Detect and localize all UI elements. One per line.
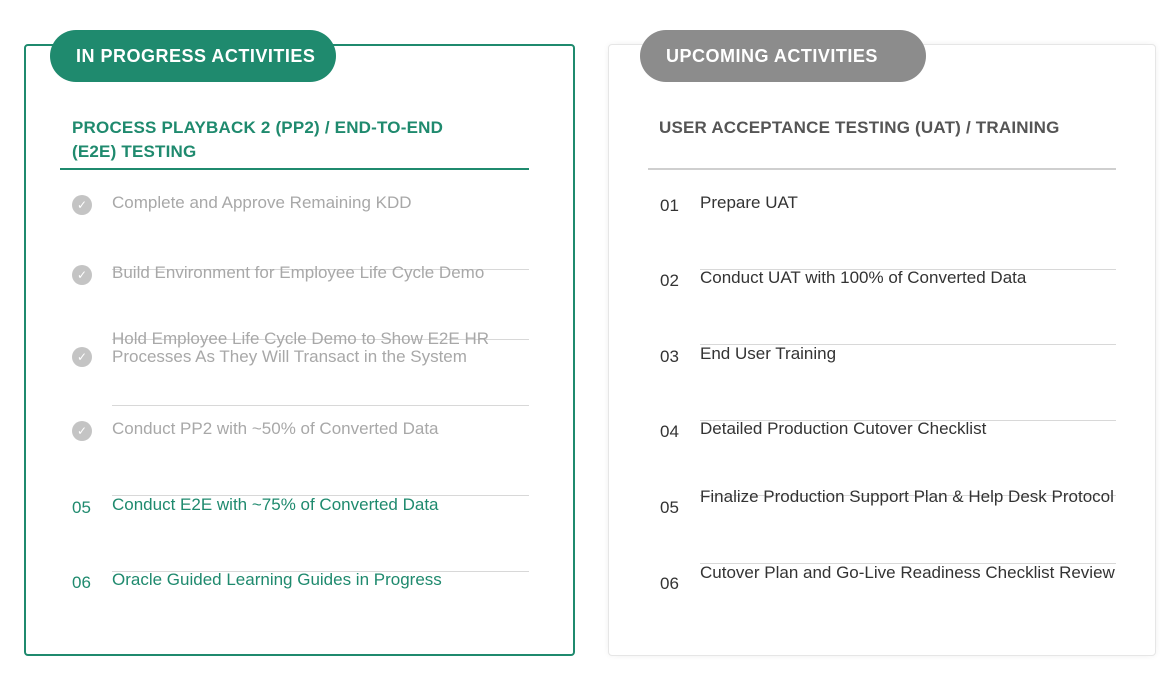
upcoming-item: 05 Finalize Production Support Plan & He… xyxy=(648,488,1116,564)
step-number: 06 xyxy=(660,574,679,593)
upcoming-item: 03 End User Training xyxy=(648,345,1116,421)
in-progress-item-label: Hold Employee Life Cycle Demo to Show E2… xyxy=(112,329,489,366)
in-progress-item-label: Build Environment for Employee Life Cycl… xyxy=(112,263,485,282)
upcoming-item: 04 Detailed Production Cutover Checklist xyxy=(648,420,1116,496)
in-progress-title-rule xyxy=(60,168,529,170)
in-progress-item-label: Complete and Approve Remaining KDD xyxy=(112,193,412,212)
in-progress-item: ✓ Conduct PP2 with ~50% of Converted Dat… xyxy=(60,420,529,496)
in-progress-item: ✓ Hold Employee Life Cycle Demo to Show … xyxy=(60,330,529,406)
check-circle-icon: ✓ xyxy=(72,195,92,215)
step-number: 06 xyxy=(72,573,91,592)
step-number: 04 xyxy=(660,422,679,441)
check-circle-icon: ✓ xyxy=(72,265,92,285)
check-circle-icon: ✓ xyxy=(72,347,92,367)
in-progress-item: 06 Oracle Guided Learning Guides in Prog… xyxy=(60,571,529,647)
in-progress-header: IN PROGRESS ACTIVITIES xyxy=(50,30,336,82)
step-number: 05 xyxy=(660,498,679,517)
item-divider xyxy=(112,405,529,406)
upcoming-title-rule xyxy=(648,168,1116,170)
upcoming-header: UPCOMING ACTIVITIES xyxy=(640,30,926,82)
upcoming-item: 06 Cutover Plan and Go-Live Readiness Ch… xyxy=(648,564,1116,640)
in-progress-item: 05 Conduct E2E with ~75% of Converted Da… xyxy=(60,496,529,572)
upcoming-item-label: Cutover Plan and Go-Live Readiness Check… xyxy=(700,563,1115,582)
in-progress-item-label: Oracle Guided Learning Guides in Progres… xyxy=(112,570,442,589)
upcoming-item: 01 Prepare UAT xyxy=(648,194,1116,270)
step-number: 03 xyxy=(660,347,679,366)
upcoming-item-label: Prepare UAT xyxy=(700,193,798,212)
upcoming-item-label: End User Training xyxy=(700,344,837,363)
upcoming-item-label: Conduct UAT with 100% of Converted Data xyxy=(700,268,1027,287)
in-progress-item-label: Conduct PP2 with ~50% of Converted Data xyxy=(112,419,439,438)
step-number: 05 xyxy=(72,498,91,517)
in-progress-title: PROCESS PLAYBACK 2 (PP2) / END-TO-END (E… xyxy=(72,118,444,161)
upcoming-item: 02 Conduct UAT with 100% of Converted Da… xyxy=(648,269,1116,345)
upcoming-title: USER ACCEPTANCE TESTING (UAT) / TRAINING xyxy=(659,118,1060,137)
check-circle-icon: ✓ xyxy=(72,421,92,441)
in-progress-item-label: Conduct E2E with ~75% of Converted Data xyxy=(112,495,439,514)
in-progress-item: ✓ Complete and Approve Remaining KDD xyxy=(60,194,529,270)
upcoming-item-label: Detailed Production Cutover Checklist xyxy=(700,419,987,438)
step-number: 01 xyxy=(660,196,679,215)
step-number: 02 xyxy=(660,271,679,290)
upcoming-item-label: Finalize Production Support Plan & Help … xyxy=(700,487,1114,506)
